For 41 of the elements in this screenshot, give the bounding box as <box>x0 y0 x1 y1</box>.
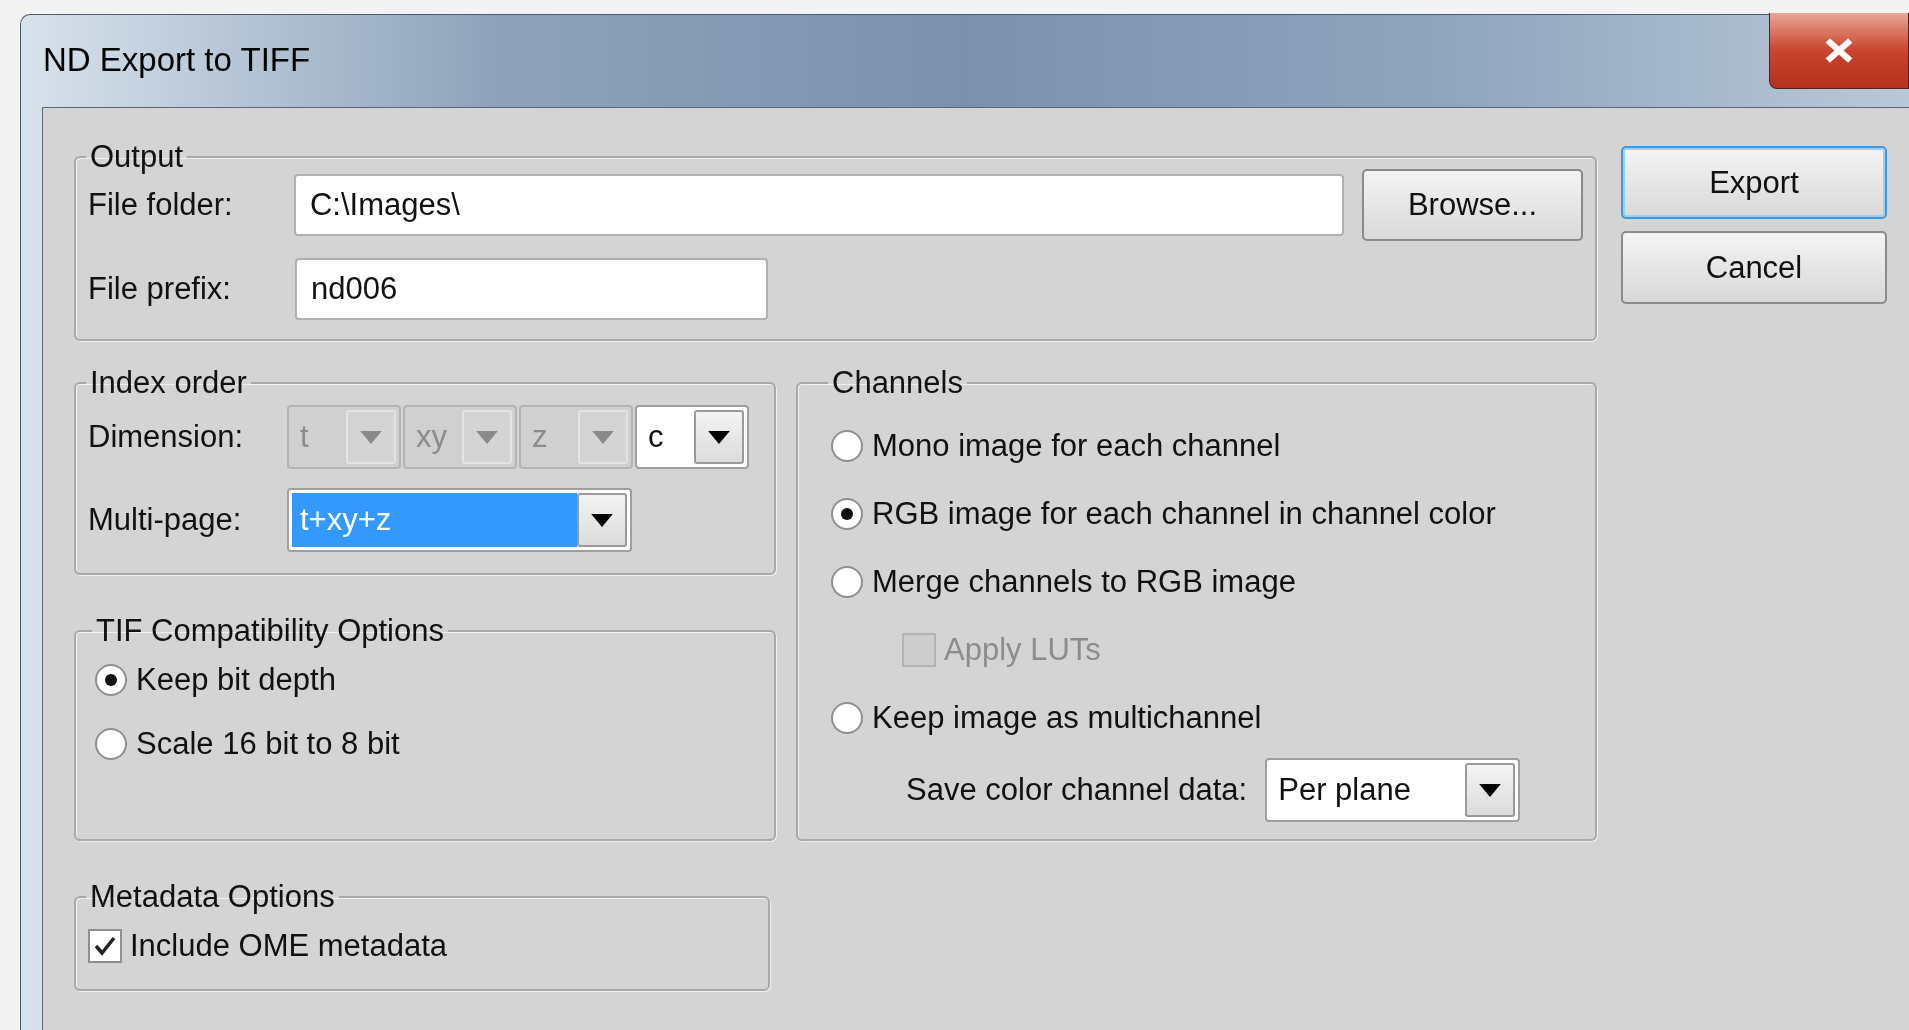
field-label: Save color channel data: <box>906 772 1248 808</box>
radio-button[interactable] <box>830 701 864 735</box>
checkbox[interactable] <box>88 929 122 963</box>
group-title: Index order <box>89 367 248 398</box>
option-label: RGB image for each channel in channel color <box>872 496 1496 532</box>
save-data-dropdown[interactable]: Per plane <box>1265 758 1521 822</box>
dropdown-arrow-icon <box>1479 783 1502 797</box>
option-label: Keep image as multichannel <box>872 700 1262 736</box>
dialog-button[interactable]: Export <box>1621 146 1887 219</box>
field-label: Dimension: <box>88 419 245 455</box>
field-label: File prefix: <box>88 271 232 307</box>
radio-button[interactable] <box>830 429 864 463</box>
field-label: Multi-page: <box>88 502 243 538</box>
option-label: Scale 16 bit to 8 bit <box>136 726 400 762</box>
group-title: Output <box>89 141 185 172</box>
window-title: ND Export to TIFF <box>43 41 311 79</box>
option-label: Mono image for each channel <box>872 428 1281 464</box>
dialog-button[interactable]: Cancel <box>1621 231 1887 304</box>
field-label: File folder: <box>88 187 234 223</box>
dropdown-arrow-icon <box>708 430 730 444</box>
radio-button[interactable] <box>94 663 128 697</box>
dropdown-arrow-icon <box>360 430 382 444</box>
group-title: Channels <box>831 367 964 398</box>
browse-button[interactable]: Browse... <box>1362 169 1583 241</box>
group-title: Metadata Options <box>89 881 336 912</box>
prefix-field[interactable]: nd006 <box>295 258 768 320</box>
close-button[interactable] <box>1769 13 1909 89</box>
group-title: TIF Compatibility Options <box>95 615 445 646</box>
radio-button[interactable] <box>830 497 864 531</box>
dropdown-arrow-icon <box>591 513 613 527</box>
radio-button[interactable] <box>94 727 128 761</box>
folder-field[interactable]: C:\Images\ <box>294 174 1344 236</box>
option-label: Include OME metadata <box>130 928 448 964</box>
dropdown-arrow-icon <box>592 430 614 444</box>
option-label: Keep bit depth <box>136 662 336 698</box>
dimension-dropdown[interactable]: c <box>635 405 749 469</box>
radio-button[interactable] <box>830 565 864 599</box>
dropdown-arrow-icon <box>476 430 498 444</box>
option-label: Merge channels to RGB image <box>872 564 1296 600</box>
option-label: Apply LUTs <box>944 632 1101 668</box>
close-icon <box>1824 38 1854 63</box>
